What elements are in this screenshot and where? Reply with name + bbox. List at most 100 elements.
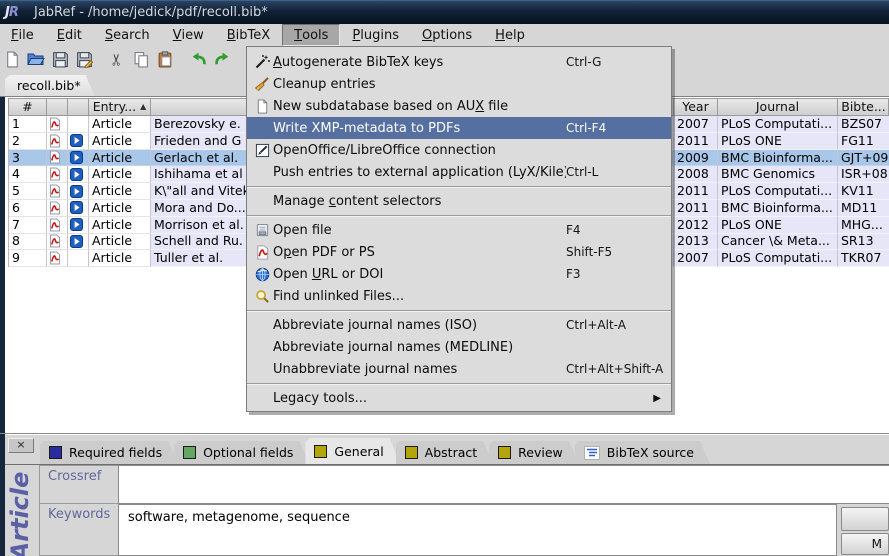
general-fields-icon (314, 445, 327, 458)
menu-item-new-subdatabase[interactable]: New subdatabase based on AUX file (247, 95, 671, 117)
url-icon[interactable] (70, 168, 83, 181)
menu-item-open-file[interactable]: Open file F4 (247, 219, 671, 241)
column-header-entrytype[interactable]: Entry...▲ (89, 99, 151, 115)
menu-item-abbreviate-iso[interactable]: Abbreviate journal names (ISO) Ctrl+Alt-… (247, 314, 671, 336)
close-entry-editor-button[interactable]: × (8, 438, 34, 453)
menu-edit[interactable]: Edit (46, 24, 93, 46)
office-connection-icon (255, 143, 270, 158)
scissors-icon: ✂ (108, 52, 127, 65)
tab-optional-fields[interactable]: Optional fields (174, 441, 309, 464)
save-database-as-button[interactable] (72, 48, 96, 70)
crossref-field[interactable] (118, 465, 889, 504)
menu-view[interactable]: View (162, 24, 215, 46)
column-header-number[interactable]: # (9, 99, 47, 115)
keywords-label: Keywords (39, 504, 119, 556)
column-header-journal[interactable]: Journal (718, 99, 838, 115)
window-left-border (0, 97, 5, 433)
url-icon[interactable] (70, 201, 83, 214)
url-icon[interactable] (70, 235, 83, 248)
cut-button[interactable]: ✂ (105, 48, 129, 70)
column-header-pdf[interactable] (47, 99, 68, 115)
open-file-icon (255, 223, 270, 238)
pdf-icon (255, 245, 270, 260)
window-title: JabRef - /home/jedick/pdf/recoll.bib* (34, 5, 268, 20)
menu-item-write-xmp-metadata[interactable]: Write XMP-metadata to PDFs Ctrl-F4 (247, 117, 671, 139)
bibtex-source-icon (584, 446, 600, 460)
menu-search[interactable]: Search (94, 24, 161, 46)
tab-bibtex-source[interactable]: BibTeX source (575, 441, 710, 464)
broom-icon (254, 76, 270, 92)
tab-general[interactable]: General (305, 438, 399, 464)
url-icon[interactable] (70, 218, 83, 231)
crossref-label: Crossref (39, 465, 119, 504)
review-fields-icon (498, 446, 511, 459)
menu-help[interactable]: Help (484, 24, 536, 46)
crossref-input[interactable] (119, 466, 889, 486)
column-header-url[interactable] (68, 99, 89, 115)
menu-item-open-pdf-or-ps[interactable]: Open PDF or PS Shift-F5 (247, 241, 671, 263)
menu-item-manage-content-selectors[interactable]: Manage content selectors (247, 190, 671, 212)
required-fields-icon (49, 446, 62, 459)
menu-separator (247, 380, 671, 387)
keywords-side-button[interactable] (841, 507, 889, 531)
redo-button[interactable] (210, 48, 234, 70)
paste-button[interactable] (153, 48, 177, 70)
menu-item-abbreviate-medline[interactable]: Abbreviate journal names (MEDLINE) (247, 336, 671, 358)
menu-separator (247, 212, 671, 219)
menu-options[interactable]: Options (411, 24, 483, 46)
database-tab-recoll[interactable]: recoll.bib* (5, 75, 95, 96)
app-logo-icon: JR (5, 4, 27, 21)
pdf-icon[interactable] (49, 234, 61, 248)
url-icon[interactable] (70, 151, 83, 164)
tab-required-fields[interactable]: Required fields (40, 441, 178, 464)
wand-icon (254, 54, 270, 70)
tab-review[interactable]: Review (489, 441, 579, 464)
column-header-bibtexkey[interactable]: Bibte... (838, 99, 889, 115)
url-icon[interactable] (70, 185, 83, 198)
pdf-icon[interactable] (49, 201, 61, 215)
pdf-icon[interactable] (49, 218, 61, 232)
sort-ascending-icon: ▲ (140, 99, 146, 115)
globe-icon (255, 267, 270, 282)
new-file-icon (255, 99, 270, 114)
pdf-icon[interactable] (49, 167, 61, 181)
menu-separator (247, 307, 671, 314)
menu-separator (247, 183, 671, 190)
menu-item-autogenerate-bibtex-keys[interactable]: Autogenerate BibTeX keys Ctrl-G (247, 51, 671, 73)
menu-item-legacy-tools[interactable]: Legacy tools... ▶ (247, 387, 671, 409)
url-icon[interactable] (70, 134, 83, 147)
entry-type-label: Article (2, 464, 38, 556)
pdf-icon[interactable] (49, 251, 61, 265)
save-database-button[interactable] (48, 48, 72, 70)
optional-fields-icon (183, 446, 196, 459)
menu-item-cleanup-entries[interactable]: Cleanup entries (247, 73, 671, 95)
menu-bibtex[interactable]: BibTeX (216, 24, 281, 46)
pdf-icon[interactable] (49, 134, 61, 148)
copy-button[interactable] (129, 48, 153, 70)
undo-button[interactable] (186, 48, 210, 70)
entry-editor-panel: × Required fields Optional fields Genera… (0, 433, 889, 555)
pdf-icon[interactable] (49, 117, 61, 131)
tab-abstract[interactable]: Abstract (396, 441, 493, 464)
pdf-icon[interactable] (49, 150, 61, 164)
pdf-icon[interactable] (49, 184, 61, 198)
menu-item-push-entries[interactable]: Push entries to external application (Ly… (247, 161, 671, 183)
title-bar: JR JabRef - /home/jedick/pdf/recoll.bib* (0, 0, 889, 24)
column-header-year[interactable]: Year (674, 99, 718, 115)
new-database-button[interactable] (0, 48, 24, 70)
menu-plugins[interactable]: Plugins (341, 24, 410, 46)
menu-item-find-unlinked-files[interactable]: Find unlinked Files... (247, 285, 671, 307)
magnifier-icon (255, 289, 270, 304)
keywords-input[interactable] (119, 505, 836, 525)
menu-tools[interactable]: Tools (282, 24, 340, 46)
keywords-manage-button[interactable]: M (841, 533, 889, 555)
menu-item-unabbreviate[interactable]: Unabbreviate journal names Ctrl+Alt+Shif… (247, 358, 671, 380)
submenu-arrow-icon: ▶ (653, 393, 661, 404)
keywords-field[interactable] (118, 504, 837, 556)
entry-editor-tab-bar: Required fields Optional fields General … (40, 438, 706, 464)
menu-item-openoffice-connection[interactable]: OpenOffice/LibreOffice connection (247, 139, 671, 161)
open-database-button[interactable] (24, 48, 48, 70)
tools-menu-popup: Autogenerate BibTeX keys Ctrl-G Cleanup … (246, 46, 672, 412)
menu-item-open-url-or-doi[interactable]: Open URL or DOI F3 (247, 263, 671, 285)
menu-file[interactable]: File (0, 24, 45, 46)
